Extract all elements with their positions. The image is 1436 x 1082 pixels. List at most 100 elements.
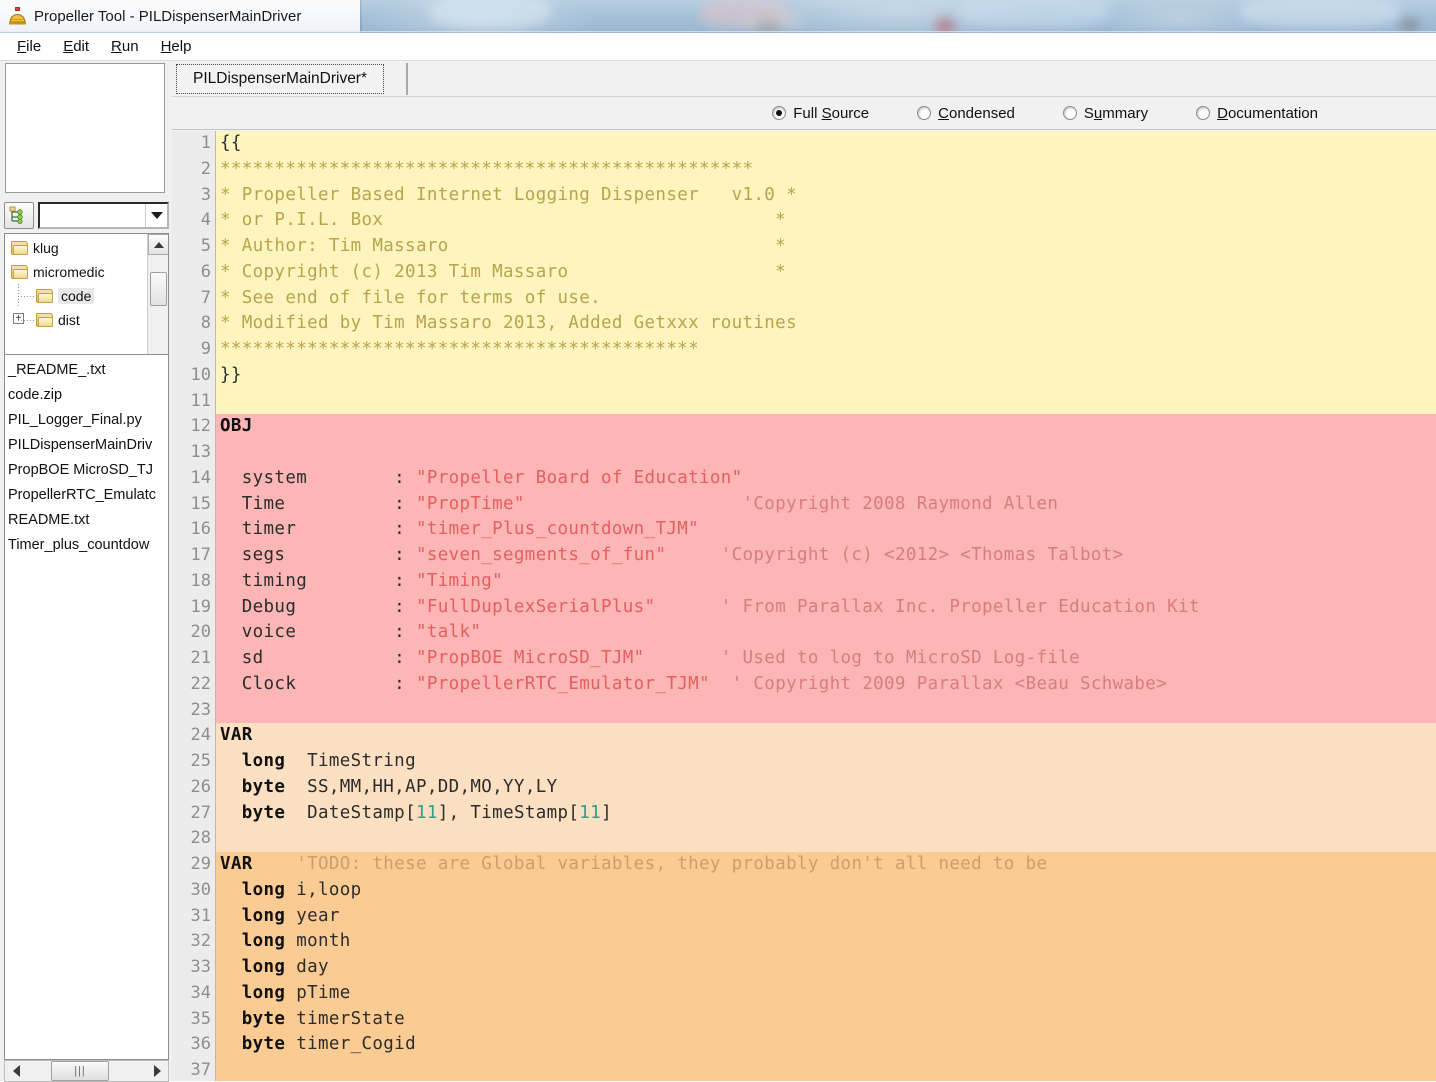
code-token: ****************************************… bbox=[220, 158, 754, 179]
radio-button-icon[interactable] bbox=[917, 106, 932, 120]
code-line[interactable]: {{ bbox=[216, 131, 1436, 157]
code-line[interactable]: * Modified by Tim Massaro 2013, Added Ge… bbox=[216, 311, 1436, 337]
code-editor[interactable]: 1 2 3 4 5 6 7 8 9 10 11 12 13 14 15 16 17 18 19 20 21 22 23 24 2… bbox=[172, 131, 1436, 1081]
code-line[interactable]: voice : "talk" bbox=[216, 620, 1436, 646]
code-line[interactable]: timer : "timer_Plus_countdown_TJM" bbox=[216, 517, 1436, 543]
code-line[interactable]: system : "Propeller Board of Education" bbox=[216, 465, 1436, 492]
list-item[interactable]: PILDispenserMainDriv bbox=[8, 433, 168, 458]
path-combobox[interactable] bbox=[38, 201, 169, 229]
code-line[interactable]: Clock : "PropellerRTC_Emulator_TJM" ' Co… bbox=[216, 671, 1436, 698]
chevron-down-icon[interactable] bbox=[145, 203, 167, 227]
code-token: 'TODO: these are Global variables, they … bbox=[252, 854, 1048, 874]
menu-bar: File Edit Run Help bbox=[0, 33, 1436, 61]
code-token: timer : bbox=[220, 519, 416, 540]
code-token: segs : bbox=[220, 545, 416, 565]
menu-item-edit[interactable]: Edit bbox=[52, 36, 100, 57]
radio-summary[interactable]: Summary bbox=[1062, 105, 1148, 122]
code-token: month bbox=[285, 931, 351, 952]
code-line[interactable]: byte DateStamp[11], TimeStamp[11] bbox=[216, 800, 1436, 827]
line-number: 35 bbox=[190, 1008, 211, 1029]
code-line[interactable] bbox=[216, 826, 1436, 852]
code-line[interactable]: sd : "PropBOE MicroSD_TJM" ' Used to log… bbox=[216, 646, 1436, 672]
folder-tree-icon[interactable] bbox=[4, 201, 34, 229]
code-token: timer_Cogid bbox=[285, 1034, 416, 1055]
code-token: i,loop bbox=[285, 879, 362, 900]
code-line[interactable]: Time : "PropTime" 'Copyright 2008 Raymon… bbox=[216, 491, 1436, 518]
tree-item-micromedic[interactable]: micromedic bbox=[5, 260, 146, 284]
menu-item-run[interactable]: Run bbox=[100, 36, 150, 57]
title-plate: Propeller Tool - PILDispenserMainDriver bbox=[0, 0, 360, 33]
code-line[interactable]: * Propeller Based Internet Logging Dispe… bbox=[216, 182, 1436, 209]
code-line[interactable]: Debug : "FullDuplexSerialPlus" ' From Pa… bbox=[216, 594, 1436, 621]
scroll-thumb[interactable]: ||| bbox=[51, 1061, 109, 1081]
radio-full-source[interactable]: Full Source bbox=[772, 105, 869, 122]
folder-icon bbox=[36, 313, 53, 327]
code-line[interactable]: byte SS,MM,HH,AP,DD,MO,YY,LY bbox=[216, 774, 1436, 801]
file-preview-box[interactable] bbox=[5, 63, 165, 193]
tree-item-label: dist bbox=[58, 312, 80, 328]
radio-documentation[interactable]: Documentation bbox=[1196, 105, 1318, 122]
desktop-blur-blob bbox=[1240, 0, 1400, 28]
line-number: 27 bbox=[190, 802, 211, 823]
code-line[interactable]: byte timer_Cogid bbox=[216, 1032, 1436, 1058]
list-item[interactable]: PIL_Logger_Final.py bbox=[8, 408, 168, 433]
scroll-left-button[interactable] bbox=[5, 1061, 27, 1081]
code-line[interactable]: timing : "Timing" bbox=[216, 568, 1436, 595]
code-line[interactable]: * Author: Tim Massaro * bbox=[216, 234, 1436, 260]
window-titlebar[interactable]: Propeller Tool - PILDispenserMainDriver bbox=[0, 0, 1436, 33]
tree-item-klug[interactable]: klug bbox=[5, 236, 146, 260]
line-number: 33 bbox=[190, 957, 211, 977]
expand-toggle-icon[interactable]: + bbox=[13, 313, 24, 324]
radio-button-icon[interactable] bbox=[1062, 106, 1077, 120]
code-token: 'Copyright 2008 Raymond Allen bbox=[524, 493, 1059, 514]
tree-item-dist[interactable]: + dist bbox=[5, 308, 146, 332]
line-number: 13 bbox=[190, 442, 211, 462]
scroll-up-button[interactable] bbox=[148, 234, 168, 255]
code-line[interactable]: ****************************************… bbox=[216, 337, 1436, 363]
sidebar: klug micromedic code + dist _README_.txt… bbox=[0, 61, 172, 1082]
code-line[interactable]: * See end of file for terms of use. bbox=[216, 285, 1436, 312]
code-line[interactable]: byte timerState bbox=[216, 1006, 1436, 1033]
code-line[interactable]: OBJ bbox=[216, 414, 1436, 440]
code-line[interactable]: long year bbox=[216, 903, 1436, 930]
line-number: 15 bbox=[190, 493, 211, 514]
scroll-thumb[interactable] bbox=[150, 272, 167, 306]
list-item[interactable]: PropellerRTC_Emulatc bbox=[8, 483, 168, 508]
code-line[interactable]: }} bbox=[216, 362, 1436, 389]
code-line[interactable]: * Copyright (c) 2013 Tim Massaro * bbox=[216, 259, 1436, 286]
code-token: system : bbox=[220, 467, 416, 488]
folder-icon bbox=[11, 265, 28, 279]
code-line[interactable]: VAR bbox=[216, 723, 1436, 749]
file-list-horizontal-scrollbar[interactable]: ||| bbox=[4, 1060, 169, 1082]
file-list[interactable]: _README_.txt code.zip PIL_Logger_Final.p… bbox=[4, 354, 169, 1060]
list-item[interactable]: README.txt bbox=[8, 508, 168, 533]
code-line[interactable]: long month bbox=[216, 929, 1436, 955]
code-line[interactable] bbox=[216, 697, 1436, 724]
radio-condensed[interactable]: Condensed bbox=[917, 105, 1015, 122]
code-line[interactable] bbox=[216, 1058, 1436, 1081]
list-item[interactable]: PropBOE MicroSD_TJ bbox=[8, 458, 168, 483]
list-item[interactable]: code.zip bbox=[8, 383, 168, 408]
code-line[interactable]: segs : "seven_segments_of_fun" 'Copyrigh… bbox=[216, 543, 1436, 569]
radio-button-icon[interactable] bbox=[1196, 106, 1211, 120]
list-item[interactable]: Timer_plus_countdow bbox=[8, 533, 168, 558]
scroll-right-button[interactable] bbox=[146, 1061, 168, 1081]
code-text-area[interactable]: {{**************************************… bbox=[216, 131, 1436, 1081]
code-line[interactable]: long day bbox=[216, 955, 1436, 981]
code-line[interactable]: long pTime bbox=[216, 980, 1436, 1007]
code-line[interactable]: ****************************************… bbox=[216, 156, 1436, 183]
code-line[interactable] bbox=[216, 440, 1436, 466]
tree-item-code[interactable]: code bbox=[5, 284, 146, 308]
code-line[interactable]: * or P.I.L. Box * bbox=[216, 208, 1436, 234]
list-item[interactable]: _README_.txt bbox=[8, 358, 168, 383]
line-number: 6 bbox=[200, 261, 211, 282]
tab-pildispensermaindriver[interactable]: PILDispenserMainDriver* bbox=[176, 64, 385, 94]
radio-button-icon[interactable] bbox=[772, 106, 787, 120]
code-line[interactable] bbox=[216, 388, 1436, 415]
menu-item-file[interactable]: File bbox=[6, 36, 52, 57]
code-line[interactable]: long i,loop bbox=[216, 877, 1436, 904]
code-line[interactable]: VAR 'TODO: these are Global variables, t… bbox=[216, 852, 1436, 878]
code-line[interactable]: long TimeString bbox=[216, 749, 1436, 775]
menu-item-help[interactable]: Help bbox=[150, 36, 203, 57]
code-token: VAR bbox=[220, 725, 253, 746]
